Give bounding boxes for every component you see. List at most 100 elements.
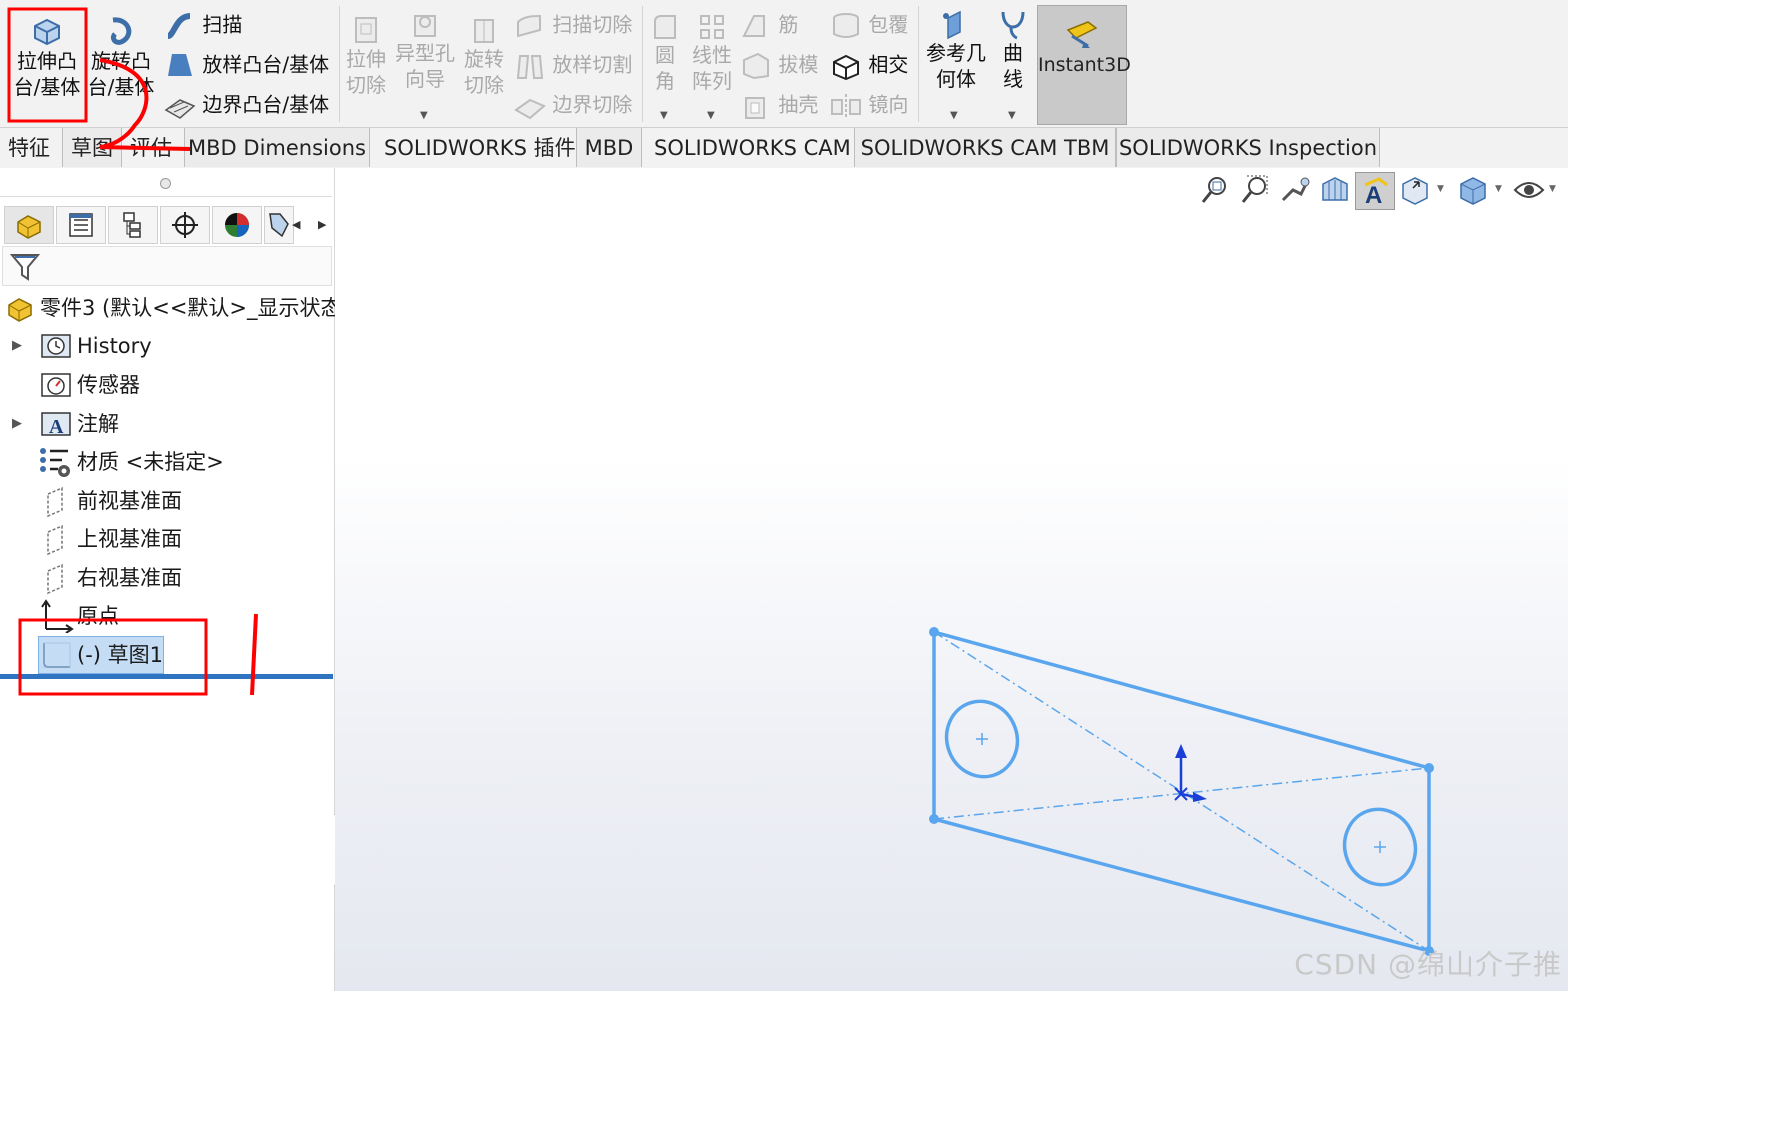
circle-center-mark (1374, 841, 1386, 853)
part-icon (8, 298, 32, 322)
ribbon-separator (642, 6, 643, 122)
sketch1-label: (-) 草图1 (77, 643, 163, 667)
fillet-button[interactable]: 圆 角 (650, 12, 680, 94)
intersect-icon (833, 54, 859, 81)
rollback-bar[interactable] (0, 674, 333, 679)
sensor-icon (41, 373, 71, 397)
tree-item-front-plane[interactable]: 前视基准面 (0, 482, 334, 520)
panel-grip-icon[interactable] (160, 178, 171, 189)
tab-mbd[interactable]: MBD (576, 128, 642, 167)
lofted-boss-button[interactable]: 放样凸台/基体 (164, 52, 329, 80)
curves-button[interactable]: 曲 线 (996, 8, 1030, 92)
boundary-cut-label: 边界切除 (552, 92, 633, 117)
extruded-cut-button[interactable]: 拉伸 切除 (343, 14, 389, 98)
sketch-vertex[interactable] (1424, 763, 1434, 773)
extrude-boss-label-2: 台/基体 (13, 75, 81, 99)
swept-boss-button[interactable]: 扫描 (164, 12, 242, 40)
sketch-vertex[interactable] (929, 814, 939, 824)
fillet-dropdown-icon[interactable]: ▼ (660, 110, 668, 121)
lofted-cut-button[interactable]: 放样切割 (514, 52, 632, 80)
extrude-cut-label-2: 切除 (346, 73, 386, 97)
tab-solidworks-cam[interactable]: SOLIDWORKS CAM (654, 128, 851, 167)
wrap-icon (833, 13, 859, 38)
revolved-boss-button[interactable]: 旋转凸 台/基体 (86, 12, 156, 100)
dimxpert-icon (172, 212, 198, 238)
expand-arrow-icon[interactable]: ▶ (12, 405, 22, 443)
tree-item-sensors[interactable]: 传感器 (0, 366, 334, 404)
intersect-button[interactable]: 相交 (830, 52, 908, 81)
tab-configuration-manager[interactable] (108, 206, 158, 244)
filter-icon[interactable] (9, 251, 41, 283)
tab-display-manager[interactable] (212, 206, 262, 244)
scroll-right-icon[interactable]: ▶ (318, 218, 326, 231)
hole-wizard-icon (414, 15, 436, 37)
circle-center-mark (976, 733, 988, 745)
extrude-boss-icon (34, 18, 60, 46)
tree-item-history[interactable]: ▶ History (0, 327, 334, 365)
reference-geometry-dropdown-icon[interactable]: ▼ (950, 110, 958, 121)
draft-label: 拔模 (778, 52, 819, 77)
shell-button[interactable]: 抽壳 (740, 92, 818, 120)
rib-button[interactable]: 筋 (740, 12, 798, 40)
reference-geometry-button[interactable]: 参考几 何体 (922, 8, 990, 92)
command-manager-ribbon: 拉伸凸 台/基体 旋转凸 台/基体 扫描 放样凸台/基体 边界凸台/基体 拉伸 … (0, 0, 1568, 127)
curves-label-1: 曲 (1003, 41, 1023, 65)
tab-feature-manager[interactable] (4, 206, 54, 244)
reference-geometry-label-1: 参考几 (926, 41, 986, 65)
tab-property-manager[interactable] (56, 206, 106, 244)
tab-solidworks-cam-tbm[interactable]: SOLIDWORKS CAM TBM (854, 128, 1116, 167)
extrude-cut-label-1: 拉伸 (346, 47, 386, 71)
tab-solidworks-inspection[interactable]: SOLIDWORKS Inspection (1116, 128, 1380, 167)
fillet-label-2: 角 (655, 69, 675, 93)
tab-dimxpert-manager[interactable] (160, 206, 210, 244)
linear-pattern-label-1: 线性 (692, 43, 732, 67)
sketch-vertex[interactable] (929, 627, 939, 637)
tree-item-origin[interactable]: 原点 (0, 597, 334, 635)
boundary-boss-label: 边界凸台/基体 (202, 92, 330, 117)
boundary-cut-button[interactable]: 边界切除 (514, 92, 632, 120)
graphics-viewport[interactable]: A ▼ ▼ ▼ CSDN @绵山介子推 (335, 168, 1568, 991)
reference-geometry-icon (943, 10, 961, 40)
material-label: 材质 <未指定> (77, 450, 224, 474)
tab-mbd-dimensions[interactable]: MBD Dimensions (184, 128, 370, 167)
linear-pattern-dropdown-icon[interactable]: ▼ (707, 110, 715, 121)
extruded-boss-button[interactable]: 拉伸凸 台/基体 (10, 12, 84, 100)
panel-tab-bar: ◀ ▶ (2, 206, 332, 244)
wrap-button[interactable]: 包覆 (830, 12, 908, 40)
mirror-button[interactable]: 镜向 (830, 92, 908, 120)
scroll-left-icon[interactable]: ◀ (292, 218, 300, 231)
tab-evaluate[interactable]: 评估 (130, 128, 172, 167)
tab-sketch[interactable]: 草图 (62, 128, 122, 167)
boundary-boss-button[interactable]: 边界凸台/基体 (164, 92, 329, 120)
hole-wizard-button[interactable]: 异型孔 向导 (394, 8, 456, 92)
material-icon (40, 448, 70, 477)
tab-cam-manager[interactable] (264, 206, 294, 244)
front-plane-label: 前视基准面 (77, 489, 182, 513)
hole-wizard-label-1: 异型孔 (395, 41, 455, 65)
tree-root-part[interactable]: 零件3 (默认<<默认>_显示状态 (0, 289, 342, 327)
tab-features[interactable]: 特征 (8, 128, 50, 167)
instant3d-button[interactable]: Instant3D (1037, 5, 1131, 125)
revolved-cut-button[interactable]: 旋转 切除 (460, 14, 508, 98)
shell-label: 抽壳 (778, 92, 819, 117)
annotations-label: 注解 (77, 412, 119, 436)
sketch-icon (43, 642, 71, 668)
ribbon-separator (918, 6, 919, 122)
tree-item-right-plane[interactable]: 右视基准面 (0, 559, 334, 597)
tree-item-top-plane[interactable]: 上视基准面 (0, 520, 334, 558)
fillet-icon (654, 15, 676, 39)
hole-wizard-dropdown-icon[interactable]: ▼ (420, 110, 428, 121)
curves-label-2: 线 (1003, 67, 1023, 91)
tree-item-material[interactable]: 材质 <未指定> (0, 443, 334, 481)
tab-solidworks-addins[interactable]: SOLIDWORKS 插件 (384, 128, 576, 167)
draft-button[interactable]: 拔模 (740, 52, 818, 80)
linear-pattern-button[interactable]: 线性 阵列 (688, 12, 736, 94)
tree-item-sketch1[interactable]: (-) 草图1 (0, 636, 334, 674)
swept-cut-button[interactable]: 扫描切除 (514, 12, 632, 40)
tree-item-annotations[interactable]: ▶ A 注解 (0, 405, 334, 443)
property-manager-icon (69, 213, 93, 237)
expand-arrow-icon[interactable]: ▶ (12, 327, 22, 365)
cam-manager-icon (269, 213, 289, 238)
curves-dropdown-icon[interactable]: ▼ (1008, 110, 1016, 121)
wrap-label: 包覆 (868, 12, 909, 37)
